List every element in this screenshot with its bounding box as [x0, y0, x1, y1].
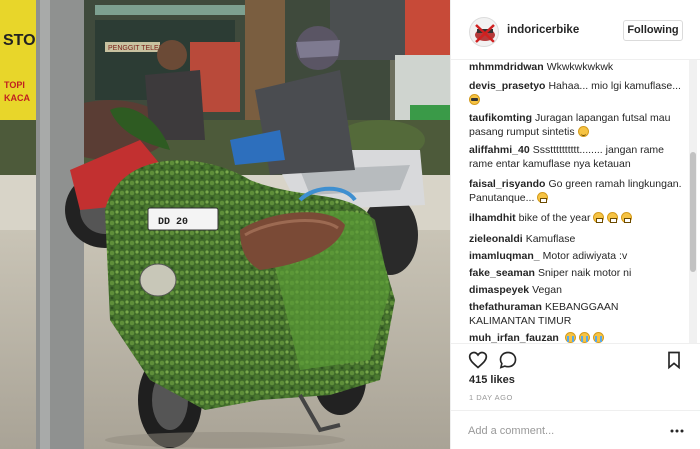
emoji-cry-icon — [592, 332, 604, 343]
comment-item: mhmmdridwan Wkwkwkwkwk — [469, 60, 687, 74]
emoji-sweat-icon — [577, 126, 589, 137]
post-header: indoricerbike Following — [451, 0, 700, 60]
bookmark-icon[interactable] — [664, 350, 684, 370]
emoji-grin-icon — [607, 212, 619, 223]
action-bar — [451, 343, 700, 373]
scrollbar-thumb[interactable] — [690, 152, 696, 272]
comment-item: zieleonaldi Kamuflase — [469, 232, 687, 246]
emoji-cry-icon — [564, 332, 576, 343]
comment-item: dimaspeyek Vegan — [469, 283, 687, 297]
comment-item: aliffahmi_40 Ssstttttttttt........ jangan… — [469, 143, 687, 171]
sign-text-topi: TOPI — [4, 80, 25, 90]
comment-username[interactable]: taufikomting — [469, 112, 532, 124]
emoji-grin-icon — [537, 192, 549, 203]
emoji-grin-icon — [621, 212, 633, 223]
heart-icon[interactable] — [468, 350, 488, 370]
comment-item: ilhamdhit bike of the year — [469, 211, 687, 225]
comment-username[interactable]: aliffahmi_40 — [469, 144, 530, 156]
comment-input[interactable] — [468, 423, 658, 439]
comment-item: imamluqman_ Motor adiwiyata :v — [469, 249, 687, 263]
comment-username[interactable]: zieleonaldi — [469, 233, 523, 245]
comment-username[interactable]: thefathuraman — [469, 301, 542, 313]
comment-username[interactable]: muh_irfan_fauzan — [469, 332, 559, 343]
comment-text: Vegan — [532, 284, 562, 296]
comment-icon[interactable] — [498, 350, 518, 370]
comment-item: fake_seaman Sniper naik motor ni — [469, 266, 687, 280]
add-comment-bar — [451, 410, 700, 449]
shop-sign: PENGGIT TELEN — [108, 45, 164, 52]
comment-item: thefathuraman KEBANGGAAN KALIMANTAN TIMUR — [469, 300, 687, 328]
emoji-grin-icon — [593, 212, 605, 223]
comment-item: faisal_risyando Go green ramah lingkungan… — [469, 177, 687, 205]
comment-username[interactable]: imamluqman_ — [469, 250, 540, 262]
comment-username[interactable]: fake_seaman — [469, 267, 535, 279]
post-photo[interactable]: STO TOPI KACA PENGGIT TELEN DD 20 — [0, 0, 450, 449]
comment-username[interactable]: faisal_risyando — [469, 178, 545, 190]
comment-username[interactable]: ilhamdhit — [469, 212, 516, 224]
photo-scene: STO TOPI KACA PENGGIT TELEN DD 20 — [0, 0, 450, 449]
comment-text: Kamuflase — [525, 233, 576, 245]
post-date[interactable]: 1 DAY AGO — [469, 393, 513, 402]
avatar[interactable] — [469, 17, 499, 47]
comment-item: muh_irfan_fauzan — [469, 331, 687, 343]
post-username[interactable]: indoricerbike — [507, 24, 579, 36]
comment-username[interactable]: mhmmdridwan — [469, 61, 544, 73]
comment-text: Sniper naik motor ni — [537, 267, 632, 279]
comment-text: Motor adiwiyata :v — [542, 250, 628, 262]
emoji-cool-icon — [469, 94, 480, 105]
license-plate: DD 20 — [158, 217, 188, 228]
comments-list[interactable]: mhmmdridwan Wkwkwkwkwk devis_prasetyo Hahaa… — [451, 60, 700, 343]
more-options-icon[interactable] — [670, 424, 684, 438]
avatar-logo-icon — [475, 24, 495, 43]
comments-scrollbar[interactable] — [689, 60, 697, 343]
comment-text: bike of the year — [518, 212, 591, 224]
likes-count[interactable]: 415 likes — [469, 374, 515, 386]
comment-username[interactable]: devis_prasetyo — [469, 80, 545, 92]
comment-text: Wkwkwkwkwk — [546, 61, 614, 73]
sign-text-sto: STO — [3, 32, 36, 49]
comment-text: Hahaa... mio lgi kamuflase... — [548, 80, 681, 92]
post-sidebar: indoricerbike Following mhmmdridwan Wkwkw… — [450, 0, 700, 449]
comment-item: devis_prasetyo Hahaa... mio lgi kamuflase… — [469, 79, 687, 107]
comment-item: taufikomting Juragan lapangan futsal mau … — [469, 111, 687, 139]
following-button[interactable]: Following — [623, 20, 683, 41]
sign-text-kaca: KACA — [4, 93, 30, 103]
comment-username[interactable]: dimaspeyek — [469, 284, 529, 296]
emoji-cry-icon — [578, 332, 590, 343]
